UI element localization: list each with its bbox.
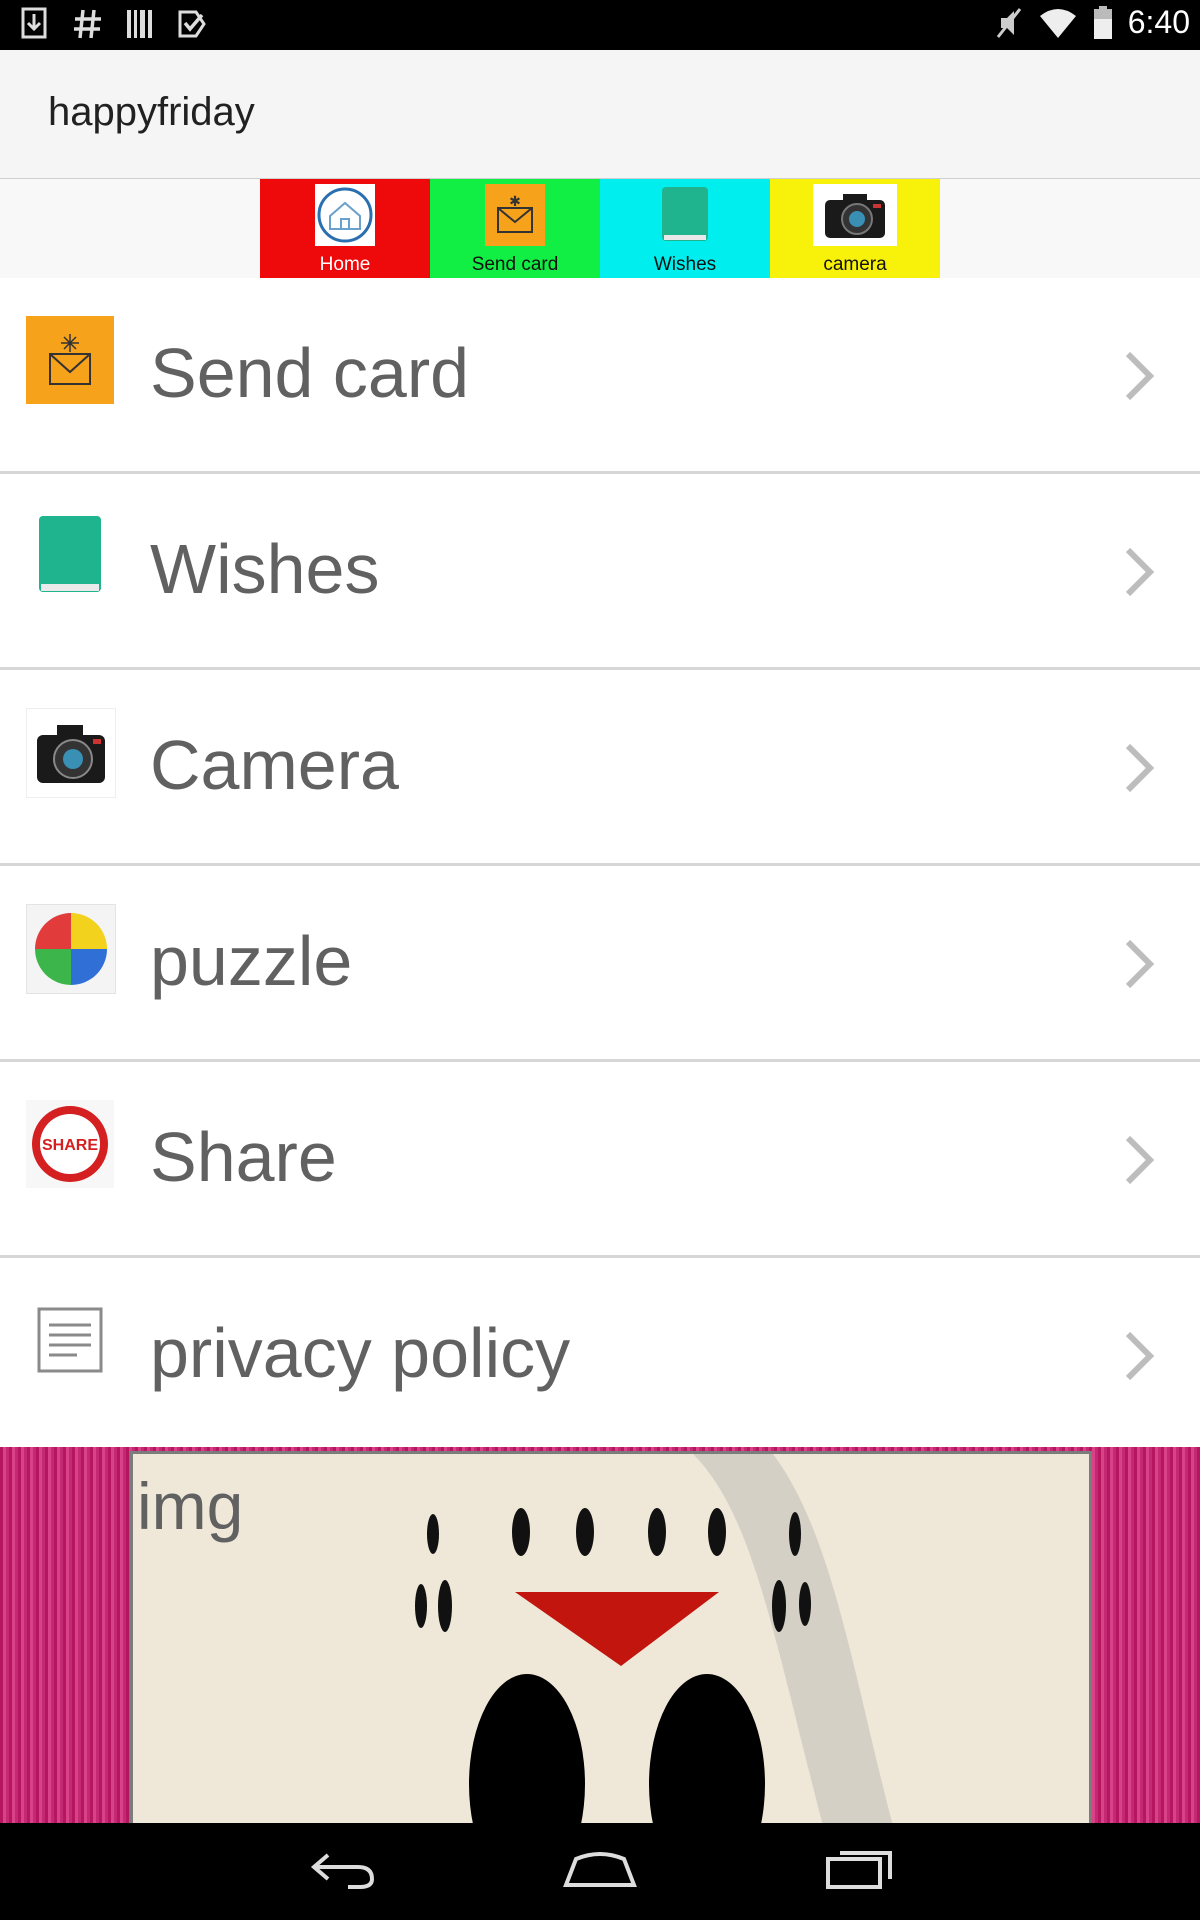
ad-label: img xyxy=(137,1469,244,1543)
battery-icon xyxy=(1093,5,1112,39)
camera-icon xyxy=(37,725,105,783)
ad-image[interactable]: img xyxy=(130,1451,1092,1829)
book-icon xyxy=(39,516,101,592)
hash-icon xyxy=(74,9,101,39)
chevron-right-icon xyxy=(1125,1135,1155,1185)
tab-strip: Home ✱ Send card Wishes camera xyxy=(0,179,1200,278)
tab-label: Wishes xyxy=(653,254,717,275)
list-item-privacy-policy[interactable]: privacy policy xyxy=(0,1258,1200,1454)
chevron-right-icon xyxy=(1125,351,1155,401)
menu-list: Send card Wishes Camera puzzle SHARE Sha… xyxy=(0,278,1200,1454)
list-item-send-card[interactable]: Send card xyxy=(0,278,1200,474)
back-icon[interactable] xyxy=(308,1845,378,1895)
book-icon xyxy=(662,187,708,241)
tab-label: Home xyxy=(319,254,371,275)
tab-label: Send card xyxy=(471,254,559,275)
status-bar: 6:40 xyxy=(0,0,1200,50)
tab-camera[interactable]: camera xyxy=(770,179,940,278)
svg-text:✱: ✱ xyxy=(509,194,521,210)
puzzle-icon xyxy=(35,913,107,985)
chevron-right-icon xyxy=(1125,939,1155,989)
ad-banner[interactable]: img xyxy=(0,1447,1200,1829)
tab-wishes[interactable]: Wishes xyxy=(600,179,770,278)
chevron-right-icon xyxy=(1125,547,1155,597)
camera-icon xyxy=(825,194,885,238)
svg-text:SHARE: SHARE xyxy=(42,1137,98,1154)
list-item-puzzle[interactable]: puzzle xyxy=(0,866,1200,1062)
barcode-icon xyxy=(127,10,152,38)
list-item-wishes[interactable]: Wishes xyxy=(0,474,1200,670)
app-bar: happyfriday xyxy=(0,50,1200,180)
home-icon xyxy=(317,187,373,243)
list-item-label: Wishes xyxy=(150,530,380,608)
home-icon[interactable] xyxy=(562,1845,638,1895)
app-title: happyfriday xyxy=(48,90,255,134)
chevron-right-icon xyxy=(1125,1331,1155,1381)
list-item-label: Share xyxy=(150,1118,337,1196)
checkbox-icon xyxy=(178,10,206,38)
share-icon: SHARE xyxy=(32,1106,108,1182)
document-icon xyxy=(37,1307,103,1373)
wifi-icon xyxy=(1039,8,1076,38)
envelope-icon xyxy=(49,334,91,385)
clock: 6:40 xyxy=(1127,4,1190,40)
recents-icon[interactable] xyxy=(824,1845,894,1895)
list-item-label: Camera xyxy=(150,726,399,804)
tab-send-card[interactable]: ✱ Send card xyxy=(430,179,600,278)
notification-icons xyxy=(18,6,210,42)
download-icon xyxy=(21,7,47,39)
navigation-bar xyxy=(0,1823,1200,1920)
list-item-share[interactable]: SHARE Share xyxy=(0,1062,1200,1258)
list-item-label: puzzle xyxy=(150,922,353,1000)
mute-icon xyxy=(996,7,1021,38)
list-item-label: privacy policy xyxy=(150,1314,571,1392)
list-item-camera[interactable]: Camera xyxy=(0,670,1200,866)
hockey-mask-image xyxy=(133,1454,1089,1826)
tab-label: camera xyxy=(823,254,887,275)
envelope-icon: ✱ xyxy=(497,194,533,233)
chevron-right-icon xyxy=(1125,743,1155,793)
tab-home[interactable]: Home xyxy=(260,179,430,278)
list-item-label: Send card xyxy=(150,334,470,412)
